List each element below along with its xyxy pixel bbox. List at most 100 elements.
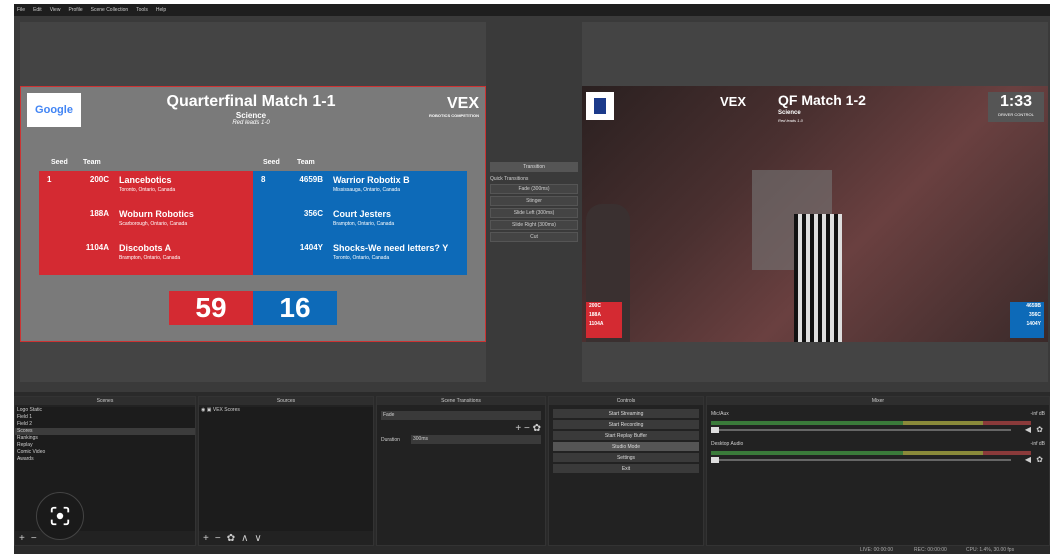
google-logo: Google	[27, 93, 81, 127]
match-timer: 1:33 DRIVER CONTROL	[988, 92, 1044, 122]
menu-file[interactable]: File	[17, 7, 25, 13]
exit-button[interactable]: Exit	[553, 464, 699, 473]
add-scene-icon[interactable]: +	[19, 533, 25, 544]
mixer-channels: Mic/Aux -inf dB ◀ ✿ Desktop Audio -inf d…	[707, 407, 1049, 471]
remove-transition-icon[interactable]: −	[524, 423, 530, 434]
duration-input[interactable]: 300ms	[411, 435, 541, 444]
lock-icon[interactable]: ▣	[207, 407, 212, 413]
menu-profile[interactable]: Profile	[68, 7, 82, 13]
blue-score: 16	[253, 291, 337, 325]
program-canvas[interactable]: VEX QF Match 1-2 Science Red leads 1-0 1…	[582, 22, 1048, 382]
studio-mode-area: Google Quarterfinal Match 1-1 Science Re…	[14, 16, 1050, 392]
transition-toolbar: + − ✿	[515, 423, 541, 434]
studio-mode-button[interactable]: Studio Mode	[553, 442, 699, 451]
scene-item[interactable]: Comic Video	[15, 449, 195, 456]
move-up-icon[interactable]: ∧	[241, 533, 248, 544]
quick-transitions-panel: Transition Quick Transitions Fade (300ms…	[490, 162, 578, 244]
blue-team-list: 4659B 356C 1404Y	[1010, 302, 1044, 338]
move-down-icon[interactable]: ∨	[254, 533, 261, 544]
speaker-icon[interactable]: ◀	[1025, 455, 1031, 464]
mixer-channel: Mic/Aux -inf dB ◀ ✿	[711, 411, 1045, 437]
volume-meter	[711, 451, 1031, 455]
scene-item[interactable]: Field 1	[15, 414, 195, 421]
quick-transition-slide-right[interactable]: Slide Right (300ms)	[490, 220, 578, 230]
scene-item[interactable]: Awards	[15, 456, 195, 463]
match-subtitle: Science	[235, 111, 267, 120]
blue-seed-header: Seed	[263, 159, 280, 166]
volume-slider[interactable]	[711, 429, 1011, 431]
quick-transition-slide-left[interactable]: Slide Left (300ms)	[490, 208, 578, 218]
scene-item[interactable]: Logo Static	[15, 407, 195, 414]
scene-item[interactable]: Replay	[15, 442, 195, 449]
menu-scene-collection[interactable]: Scene Collection	[91, 7, 129, 13]
menu-edit[interactable]: Edit	[33, 7, 42, 13]
gear-icon[interactable]: ✿	[1036, 425, 1043, 434]
status-bar: LIVE: 00:00:00 REC: 00:00:00 CPU: 1.4%, …	[14, 546, 1050, 554]
transition-select[interactable]: Fade	[381, 411, 541, 420]
scenes-toolbar: + −	[15, 531, 195, 545]
source-settings-icon[interactable]: ✿	[227, 533, 235, 544]
scene-item[interactable]: Field 2	[15, 421, 195, 428]
sources-dock: Sources ◉ ▣ VEX Scores + − ✿ ∧ ∨	[198, 396, 374, 546]
obs-window: File Edit View Profile Scene Collection …	[14, 4, 1050, 554]
preview-canvas[interactable]: Google Quarterfinal Match 1-1 Science Re…	[20, 22, 486, 382]
channel-db: -inf dB	[1030, 441, 1045, 447]
live-status: LIVE: 00:00:00	[860, 547, 894, 553]
volume-slider-handle[interactable]	[711, 427, 719, 433]
add-source-icon[interactable]: +	[203, 533, 209, 544]
transition-settings-icon[interactable]: ✿	[533, 423, 541, 434]
scenes-title: Scenes	[15, 397, 195, 405]
sponsor-logo	[586, 92, 614, 120]
channel-db: -inf dB	[1030, 411, 1045, 417]
remove-source-icon[interactable]: −	[215, 533, 221, 544]
program-subtitle: Science	[778, 110, 801, 116]
volume-slider-handle[interactable]	[711, 457, 719, 463]
source-list: ◉ ▣ VEX Scores	[199, 407, 373, 531]
quick-transitions-label: Quick Transitions	[490, 176, 529, 182]
blue-alliance: 8 4659B Warrior Robotix B Mississauga, Ont…	[253, 171, 467, 275]
scene-transitions-title: Scene Transitions	[377, 397, 545, 405]
settings-button[interactable]: Settings	[553, 453, 699, 462]
menu-tools[interactable]: Tools	[136, 7, 148, 13]
mixer-channel: Desktop Audio -inf dB ◀ ✿	[711, 441, 1045, 467]
start-replay-buffer-button[interactable]: Start Replay Buffer	[553, 431, 699, 440]
scene-item-selected[interactable]: Scores	[15, 428, 195, 435]
menu-bar: File Edit View Profile Scene Collection …	[14, 4, 1050, 16]
controls-buttons: Start Streaming Start Recording Start Re…	[549, 407, 703, 475]
match-note: Red leads 1-0	[232, 120, 270, 126]
menu-view[interactable]: View	[50, 7, 61, 13]
cpu-status: CPU: 1.4%, 30.00 fps	[966, 547, 1015, 553]
scene-item[interactable]: Rankings	[15, 435, 195, 442]
menu-help[interactable]: Help	[156, 7, 166, 13]
blue-team-header: Team	[297, 159, 315, 166]
transition-button[interactable]: Transition	[490, 162, 578, 172]
speaker-icon[interactable]: ◀	[1025, 425, 1031, 434]
source-item[interactable]: ◉ ▣ VEX Scores	[199, 407, 373, 414]
lens-icon[interactable]	[36, 492, 84, 540]
start-recording-button[interactable]: Start Recording	[553, 420, 699, 429]
eye-icon[interactable]: ◉	[201, 407, 205, 413]
program-scene: VEX QF Match 1-2 Science Red leads 1-0 1…	[582, 86, 1048, 342]
program-vex-logo: VEX	[720, 94, 747, 109]
gear-icon[interactable]: ✿	[1036, 455, 1043, 464]
scene-transitions-dock: Scene Transitions Fade + − ✿ Duration 30…	[376, 396, 546, 546]
quick-transition-fade[interactable]: Fade (300ms)	[490, 184, 578, 194]
red-team-list: 200C 188A 1104A	[586, 302, 622, 338]
add-transition-icon[interactable]: +	[515, 423, 521, 434]
preview-scene: Google Quarterfinal Match 1-1 Science Re…	[20, 86, 486, 342]
red-team-header: Team	[83, 159, 101, 166]
start-streaming-button[interactable]: Start Streaming	[553, 409, 699, 418]
mixer-title: Mixer	[707, 397, 1049, 405]
vex-logo: VEX ROBOTICS COMPETITION	[429, 95, 479, 118]
controls-title: Controls	[549, 397, 703, 405]
program-note: Red leads 1-0	[778, 118, 803, 123]
controls-dock: Controls Start Streaming Start Recording…	[548, 396, 704, 546]
red-alliance: 1 200C Lancebotics Toronto, Ontario, Canad…	[39, 171, 253, 275]
quick-transition-cut[interactable]: Cut	[490, 232, 578, 242]
rec-status: REC: 00:00:00	[914, 547, 947, 553]
channel-name: Desktop Audio	[711, 441, 744, 447]
volume-slider[interactable]	[711, 459, 1011, 461]
match-title: Quarterfinal Match 1-1	[166, 93, 336, 110]
remove-scene-icon[interactable]: −	[31, 533, 37, 544]
quick-transition-stinger[interactable]: Stinger	[490, 196, 578, 206]
